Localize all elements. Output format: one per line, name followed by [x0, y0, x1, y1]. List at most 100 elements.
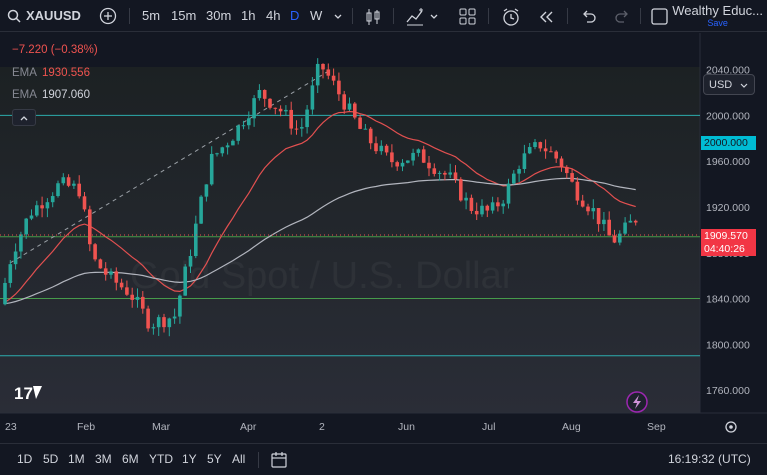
candle-body: [602, 219, 606, 225]
replay-icon[interactable]: [538, 0, 554, 32]
candle-body: [570, 173, 574, 182]
chart-pane[interactable]: Gold Spot / U.S. Dollar 2040.000 2000.000…: [0, 33, 767, 443]
candle-body: [278, 108, 283, 112]
range-1m[interactable]: 1M: [68, 444, 85, 475]
currency-select[interactable]: USD: [703, 74, 755, 95]
date-range-icon[interactable]: [270, 444, 288, 475]
interval-w[interactable]: W: [310, 0, 322, 32]
account-name: Wealthy Educ...: [672, 3, 763, 18]
candle-body: [204, 184, 209, 197]
clock-timezone[interactable]: 16:19:32 (UTC): [668, 444, 751, 475]
candle-body: [549, 151, 553, 153]
range-3m[interactable]: 3M: [95, 444, 112, 475]
range-6m[interactable]: 6M: [122, 444, 139, 475]
candle-body: [512, 173, 516, 184]
x-tick-label: Aug: [562, 421, 581, 433]
chevron-down-icon: [740, 83, 748, 88]
candle-body: [310, 85, 315, 110]
candle-body: [262, 90, 267, 99]
candle-body: [241, 125, 246, 127]
redo-icon[interactable]: [615, 0, 630, 32]
candle-body: [448, 172, 452, 175]
collapse-legend-button[interactable]: [12, 109, 36, 126]
chevron-down-icon[interactable]: [429, 0, 439, 32]
candle-body: [559, 158, 564, 168]
candle-body: [88, 209, 92, 245]
candle-body: [443, 172, 447, 175]
interval-15m[interactable]: 15m: [171, 0, 196, 32]
ema-fast-label[interactable]: EMA: [12, 67, 37, 79]
candle-body: [506, 183, 511, 204]
candle-body: [464, 197, 468, 201]
divider: [129, 8, 130, 24]
search-icon[interactable]: [7, 0, 21, 32]
candle-body: [103, 268, 108, 275]
candle-body: [61, 177, 66, 184]
candle-body: [575, 181, 580, 201]
candle-body: [167, 318, 172, 328]
undo-icon[interactable]: [581, 0, 596, 32]
candle-body: [50, 196, 55, 203]
candle-body: [517, 168, 521, 174]
range-ytd[interactable]: YTD: [149, 444, 173, 475]
divider: [258, 452, 259, 468]
candle-body: [209, 153, 214, 185]
range-1d[interactable]: 1D: [17, 444, 32, 475]
x-tick-label: Sep: [647, 421, 666, 433]
candle-body: [543, 148, 548, 152]
candle-body: [289, 109, 293, 129]
candle-body: [194, 223, 198, 257]
indicators-icon[interactable]: [406, 0, 424, 32]
candle-body: [384, 145, 389, 153]
candle-body: [162, 317, 166, 328]
candle-body: [331, 75, 336, 81]
divider: [640, 8, 641, 24]
ema-slow-label[interactable]: EMA: [12, 89, 37, 101]
x-tick-label: 2: [319, 421, 325, 433]
range-1y[interactable]: 1Y: [182, 444, 197, 475]
candle-body: [93, 244, 97, 260]
interval-d[interactable]: D: [290, 0, 299, 32]
candle-body: [347, 103, 352, 110]
symbol-label[interactable]: XAUUSD: [26, 0, 81, 32]
candle-body: [231, 140, 235, 146]
layout-grid-icon[interactable]: [459, 0, 476, 32]
lightning-icon[interactable]: [626, 391, 648, 413]
range-5d[interactable]: 5D: [43, 444, 58, 475]
alert-clock-icon[interactable]: [502, 0, 520, 32]
interval-5m[interactable]: 5m: [142, 0, 160, 32]
candle-body: [268, 98, 272, 108]
bottom-toolbar: 1D 5D 1M 3M 6M YTD 1Y 5Y All 16:19:32 (U…: [0, 443, 767, 475]
candle-body: [72, 183, 76, 186]
candle-body: [315, 63, 320, 86]
candle-body: [390, 152, 394, 163]
candles-icon[interactable]: [365, 0, 381, 32]
save-link[interactable]: Save: [672, 18, 763, 28]
candle-body: [172, 316, 177, 319]
candle-body: [353, 103, 357, 118]
candle-body: [236, 125, 240, 141]
account-menu[interactable]: Wealthy Educ... Save: [672, 3, 763, 29]
candle-body: [395, 162, 399, 167]
candle-body: [496, 202, 500, 207]
candle-body: [98, 259, 103, 269]
candle-body: [427, 162, 431, 169]
range-all[interactable]: All: [232, 444, 245, 475]
x-tick-label: Jun: [398, 421, 415, 433]
interval-1h[interactable]: 1h: [241, 0, 255, 32]
candle-body: [596, 208, 601, 225]
candle-body: [19, 234, 23, 252]
chevron-down-icon[interactable]: [333, 0, 343, 32]
fullscreen-icon[interactable]: [651, 0, 668, 32]
price-chart[interactable]: Gold Spot / U.S. Dollar 2040.0002000.000…: [0, 33, 767, 443]
candle-body: [633, 220, 638, 223]
candle-body: [485, 205, 490, 211]
candle-body: [178, 295, 182, 317]
candle-body: [8, 264, 13, 283]
range-5y[interactable]: 5Y: [207, 444, 222, 475]
interval-30m[interactable]: 30m: [206, 0, 231, 32]
interval-4h[interactable]: 4h: [266, 0, 280, 32]
settings-gear-icon[interactable]: [725, 421, 737, 433]
candle-body: [220, 147, 225, 154]
add-symbol-icon[interactable]: [99, 0, 117, 32]
